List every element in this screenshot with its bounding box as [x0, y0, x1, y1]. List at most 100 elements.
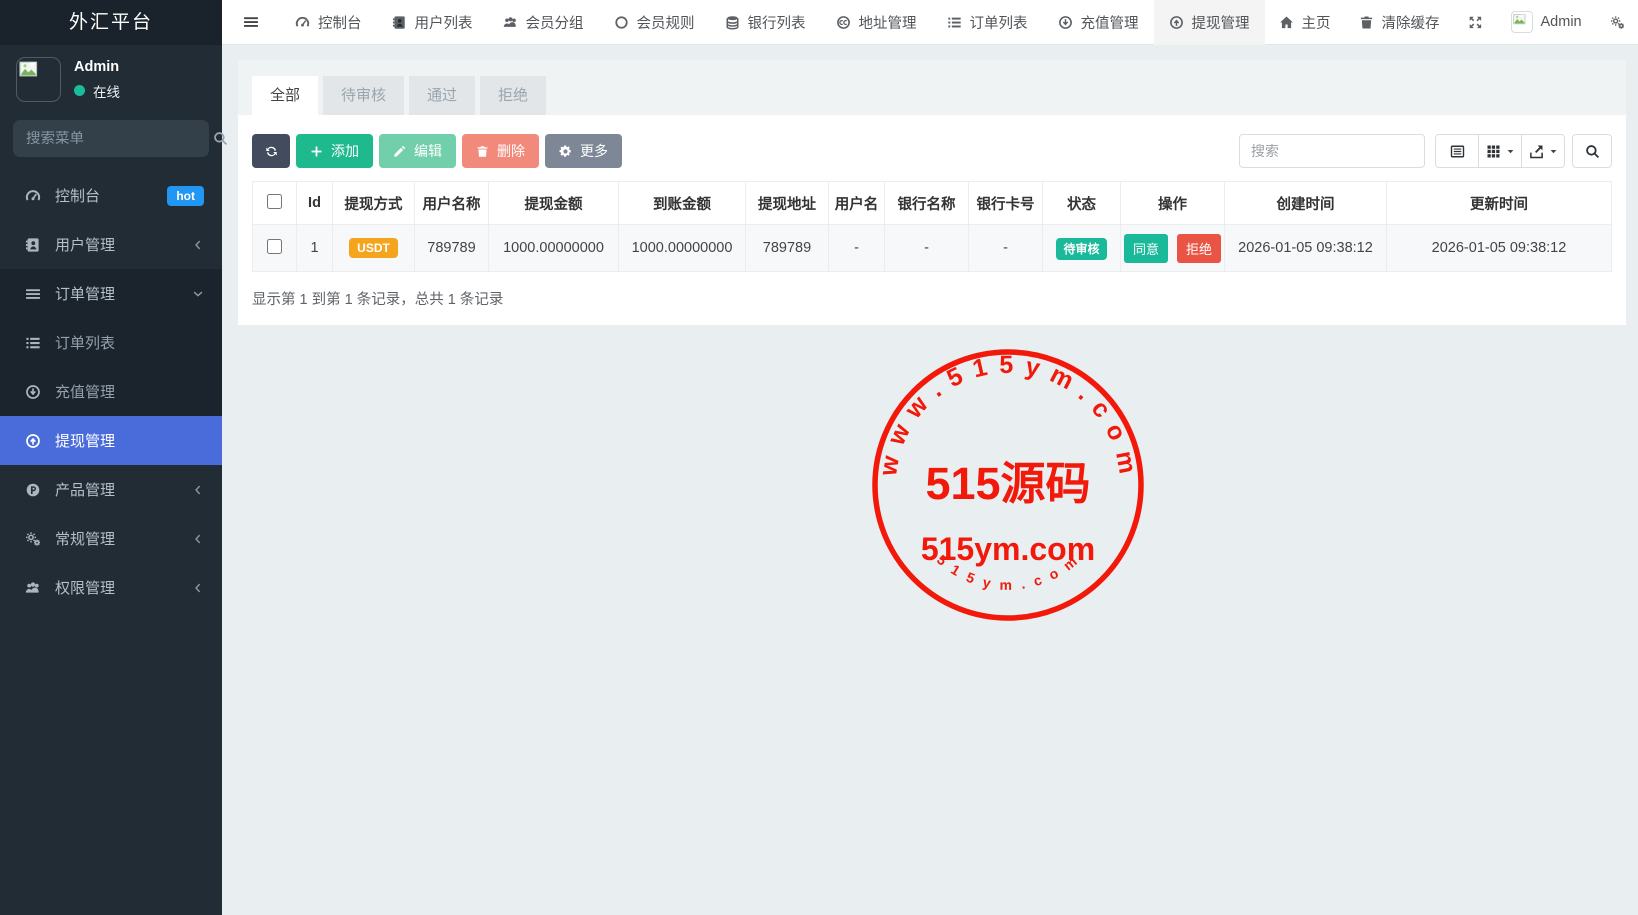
table-row: 1 USDT 789789 1000.00000000 1000.0000000…: [253, 225, 1612, 272]
pagination-summary: 显示第 1 到第 1 条记录，总共 1 条记录: [252, 288, 1612, 309]
nav-tab-label: 充值管理: [1081, 12, 1139, 33]
users-icon: [24, 580, 42, 596]
table-view-buttons: [1435, 134, 1565, 168]
avatar[interactable]: [16, 57, 61, 102]
sidebar-item-label: 权限管理: [55, 577, 115, 598]
gauge-icon: [24, 188, 42, 204]
brand-title: 外汇平台: [0, 0, 222, 45]
edit-button[interactable]: 编辑: [379, 134, 456, 168]
tab-rejected[interactable]: 拒绝: [480, 76, 546, 115]
sidebar-item-order-list[interactable]: 订单列表: [0, 318, 222, 367]
sidebar-search: [13, 120, 209, 157]
user-menu[interactable]: Admin: [1497, 0, 1596, 45]
watermark-stamp: w w w . 5 1 5 y m . c o m 515源码 515ym.co…: [870, 347, 1146, 623]
cell-arrival: 1000.00000000: [619, 225, 746, 272]
menu-toggle-button[interactable]: [222, 0, 280, 44]
circle-arrow-up-icon: [24, 433, 42, 449]
columns-button[interactable]: [1478, 134, 1522, 168]
export-button[interactable]: [1521, 134, 1565, 168]
sidebar-item-dashboard[interactable]: 控制台 hot: [0, 171, 222, 220]
svg-text:w w w . 5 1 5 y m . c o m: w w w . 5 1 5 y m . c o m: [874, 351, 1142, 479]
navbar-avatar: [1511, 11, 1533, 33]
toolbar-right: [1239, 134, 1612, 168]
delete-label: 删除: [497, 141, 525, 161]
cell-actions: 同意 拒绝: [1121, 225, 1225, 272]
row-select-cell: [253, 225, 297, 272]
address-book-icon: [24, 237, 42, 253]
select-all-checkbox[interactable]: [267, 194, 282, 209]
add-button[interactable]: 添加: [296, 134, 373, 168]
search-submit-button[interactable]: [1572, 134, 1612, 168]
fullscreen-button[interactable]: [1454, 0, 1497, 45]
table-toolbar: 添加 编辑 删除 更多: [252, 134, 1612, 168]
cc-circle-icon: [836, 15, 851, 30]
nav-tab-order-list[interactable]: 订单列表: [932, 0, 1043, 45]
sidebar-item-label: 提现管理: [55, 430, 115, 451]
chevron-left-icon: [192, 239, 204, 251]
clear-cache-button[interactable]: 清除缓存: [1345, 0, 1454, 45]
delete-button[interactable]: 删除: [462, 134, 539, 168]
more-label: 更多: [580, 141, 608, 161]
sidebar-item-order-mgmt[interactable]: 订单管理: [0, 269, 222, 318]
nav-tab-withdraw-mgmt[interactable]: 提现管理: [1154, 0, 1265, 45]
tab-pending[interactable]: 待审核: [323, 76, 404, 115]
caret-down-icon: [1549, 147, 1558, 156]
more-button[interactable]: 更多: [545, 134, 622, 168]
hot-badge: hot: [167, 186, 204, 206]
nav-tab-dashboard[interactable]: 控制台: [280, 0, 377, 45]
broken-image-icon: [1513, 13, 1526, 26]
product-icon: [24, 482, 42, 498]
sidebar-search-input[interactable]: [26, 131, 213, 147]
nav-tab-address-mgmt[interactable]: 地址管理: [821, 0, 932, 45]
clear-cache-label: 清除缓存: [1382, 12, 1440, 33]
withdraw-panel: 全部 待审核 通过 拒绝 添加 编辑 删除: [238, 60, 1626, 325]
nav-tab-recharge-mgmt[interactable]: 充值管理: [1043, 0, 1154, 45]
sidebar-item-label: 控制台: [55, 185, 100, 206]
search-icon[interactable]: [213, 131, 228, 146]
col-header-amount: 提现金额: [489, 182, 619, 225]
cell-address: 789789: [746, 225, 829, 272]
refresh-button[interactable]: [252, 134, 290, 168]
main-content: 全部 待审核 通过 拒绝 添加 编辑 删除: [222, 45, 1638, 915]
nav-tab-bank-list[interactable]: 银行列表: [710, 0, 821, 45]
sidebar: 外汇平台 Admin 在线 控制台 hot 用户管理: [0, 0, 222, 915]
cell-id: 1: [297, 225, 333, 272]
nav-tab-label: 订单列表: [970, 12, 1028, 33]
stamp-domain-text: 515ym.com: [921, 531, 1095, 567]
sidebar-item-recharge-mgmt[interactable]: 充值管理: [0, 367, 222, 416]
sidebar-item-general-mgmt[interactable]: 常规管理: [0, 514, 222, 563]
cell-status: 待审核: [1043, 225, 1121, 272]
sidebar-item-product-mgmt[interactable]: 产品管理: [0, 465, 222, 514]
nav-tab-label: 提现管理: [1192, 12, 1250, 33]
chevron-left-icon: [192, 533, 204, 545]
sidebar-item-user-mgmt[interactable]: 用户管理: [0, 220, 222, 269]
stamp-arc-bottom-text: 5 1 5 y m . c o m: [934, 551, 1082, 593]
status-tabs: 全部 待审核 通过 拒绝: [238, 60, 1626, 115]
reject-button[interactable]: 拒绝: [1177, 234, 1221, 263]
tab-approved[interactable]: 通过: [409, 76, 475, 115]
tab-all[interactable]: 全部: [252, 76, 318, 115]
stamp-arc-top-text: w w w . 5 1 5 y m . c o m: [874, 351, 1142, 479]
row-checkbox[interactable]: [267, 239, 282, 254]
detail-view-icon: [1450, 144, 1465, 159]
nav-tab-member-rules[interactable]: 会员规则: [599, 0, 710, 45]
table-search-input[interactable]: [1239, 134, 1425, 168]
nav-tab-member-group[interactable]: 会员分组: [488, 0, 599, 45]
panel-body: 添加 编辑 删除 更多: [238, 115, 1626, 325]
settings-button[interactable]: [1596, 0, 1638, 45]
col-header-username: 用户名: [829, 182, 885, 225]
home-button[interactable]: 主页: [1265, 0, 1345, 45]
user-status-label: 在线: [93, 81, 120, 101]
sidebar-item-label: 用户管理: [55, 234, 115, 255]
detail-view-button[interactable]: [1435, 134, 1479, 168]
nav-tab-user-list[interactable]: 用户列表: [377, 0, 488, 45]
user-name: Admin: [74, 59, 120, 75]
sidebar-item-withdraw-mgmt[interactable]: 提现管理: [0, 416, 222, 465]
col-header-status: 状态: [1043, 182, 1121, 225]
pencil-icon: [393, 145, 406, 158]
col-header-id: Id: [297, 182, 333, 225]
approve-button[interactable]: 同意: [1124, 234, 1168, 263]
nav-tab-label: 银行列表: [748, 12, 806, 33]
sidebar-item-permission-mgmt[interactable]: 权限管理: [0, 563, 222, 612]
stamp-center-text: 515源码: [925, 458, 1090, 509]
